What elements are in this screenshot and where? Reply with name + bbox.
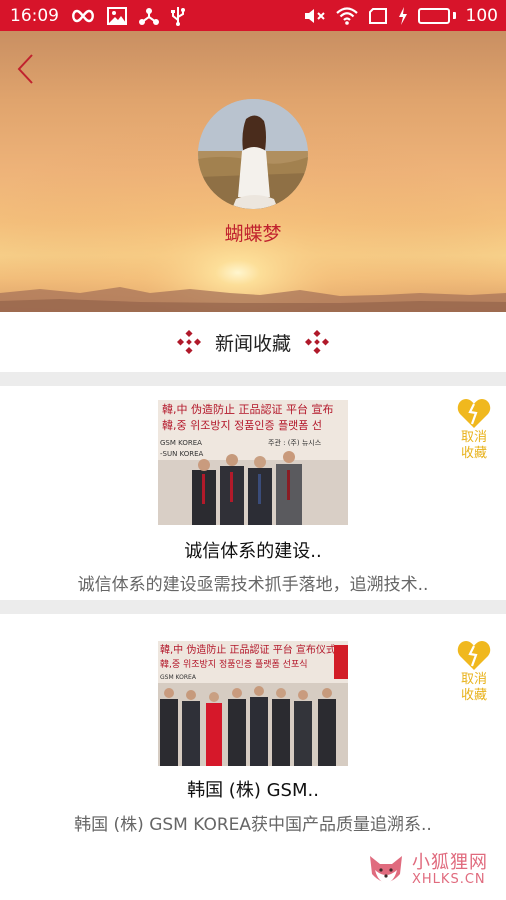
- watermark: 小狐狸网 XHLKS.CN: [366, 850, 488, 890]
- news-description: 韩国 (株) GSM KOREA获中国产品质量追溯系..: [74, 815, 432, 835]
- username: 蝴蝶梦: [224, 223, 282, 245]
- svg-text:주관 : (주) 뉴시스: 주관 : (주) 뉴시스: [268, 438, 322, 447]
- section-title: 新闻收藏: [214, 332, 291, 355]
- news-thumbnail[interactable]: 韓,中 伪造防止 正品認证 平台 宣布 韓,중 위조방지 정품인증 플랫폼 선 …: [158, 400, 348, 525]
- image-notification-icon: [107, 6, 127, 25]
- unfavorite-label-line2: 收藏: [460, 446, 487, 461]
- battery-percent: 100: [465, 5, 498, 26]
- unfavorite-label-line1: 取消: [460, 430, 487, 445]
- divider: [0, 600, 506, 614]
- svg-text:韓,中 伪造防止 正品認证 平台 宣布: 韓,中 伪造防止 正品認证 平台 宣布: [162, 402, 333, 416]
- svg-text:-SUN KOREA: -SUN KOREA: [160, 450, 204, 458]
- diamond-ornament-icon: [176, 330, 201, 354]
- news-photo: 韓,中 伪造防止 正品認证 平台 宣布 韓,중 위조방지 정품인증 플랫폼 선 …: [158, 400, 348, 525]
- battery-indicator: [417, 7, 456, 24]
- status-bar-right: 100: [304, 6, 498, 26]
- watermark-text: 小狐狸网 XHLKS.CN: [412, 851, 488, 887]
- unfavorite-button[interactable]: 取消 收藏: [456, 640, 492, 704]
- status-time: 16:09: [10, 5, 59, 26]
- charging-icon: [398, 6, 408, 25]
- svg-text:韓,中 伪造防止 正品認证 平台 宣布仪式: 韓,中 伪造防止 正品認证 平台 宣布仪式: [160, 643, 336, 656]
- section-header: 新闻收藏: [0, 312, 506, 372]
- battery-icon: [417, 7, 450, 24]
- avatar[interactable]: [198, 99, 308, 209]
- news-title[interactable]: 韩国 (株) GSM..: [0, 776, 506, 802]
- status-bar: 16:09 100: [0, 0, 506, 31]
- broken-heart-icon: [457, 399, 491, 428]
- wifi-icon: [335, 6, 358, 25]
- svg-text:GSM KOREA: GSM KOREA: [160, 439, 202, 447]
- svg-text:韓,중 위조방지 정품인증 플랫폼 선: 韓,중 위조방지 정품인증 플랫폼 선: [162, 419, 322, 432]
- unfavorite-label-line2: 收藏: [460, 688, 487, 703]
- unfavorite-button[interactable]: 取消 收藏: [456, 398, 492, 462]
- status-bar-left: 16:09: [10, 6, 185, 26]
- mute-icon: [304, 7, 326, 25]
- avatar-image: [198, 99, 308, 209]
- svg-text:韓,중 위조방지 정품인증 플랫폼 선포식: 韓,중 위조방지 정품인증 플랫폼 선포식: [160, 659, 308, 670]
- back-button[interactable]: [12, 49, 40, 89]
- unfavorite-label-line1: 取消: [460, 672, 487, 687]
- usb-icon: [171, 6, 185, 26]
- watermark-chinese: 小狐狸网: [412, 851, 488, 873]
- profile-header: 蝴蝶梦: [0, 31, 506, 312]
- news-photo: 韓,中 伪造防止 正品認证 平台 宣布仪式 韓,중 위조방지 정품인증 플랫폼 …: [158, 641, 348, 766]
- watermark-domain: XHLKS.CN: [412, 871, 486, 887]
- battery-tip: [452, 12, 456, 19]
- network-share-icon: [139, 7, 159, 25]
- divider: [0, 372, 506, 386]
- sim-icon: [368, 7, 388, 24]
- infinity-icon: [71, 9, 95, 23]
- news-title[interactable]: 诚信体系的建设..: [0, 537, 506, 563]
- news-thumbnail[interactable]: 韓,中 伪造防止 正品認证 平台 宣布仪式 韓,중 위조방지 정품인증 플랫폼 …: [158, 641, 348, 766]
- svg-text:GSM KOREA: GSM KOREA: [160, 674, 197, 681]
- broken-heart-icon: [457, 641, 491, 670]
- favorite-item[interactable]: 韓,中 伪造防止 正品認证 平台 宣布 韓,중 위조방지 정품인증 플랫폼 선 …: [0, 386, 506, 600]
- news-description: 诚信体系的建设亟需技术抓手落地，追溯技术..: [77, 575, 429, 595]
- fox-logo-icon: [370, 856, 402, 883]
- favorites-screen: 16:09 100 蝴蝶梦 新闻收藏 韓,中 伪造防止 正品認证 平台 宣布 韓…: [0, 0, 506, 900]
- diamond-ornament-icon: [305, 330, 329, 354]
- chevron-left-icon: [17, 54, 33, 84]
